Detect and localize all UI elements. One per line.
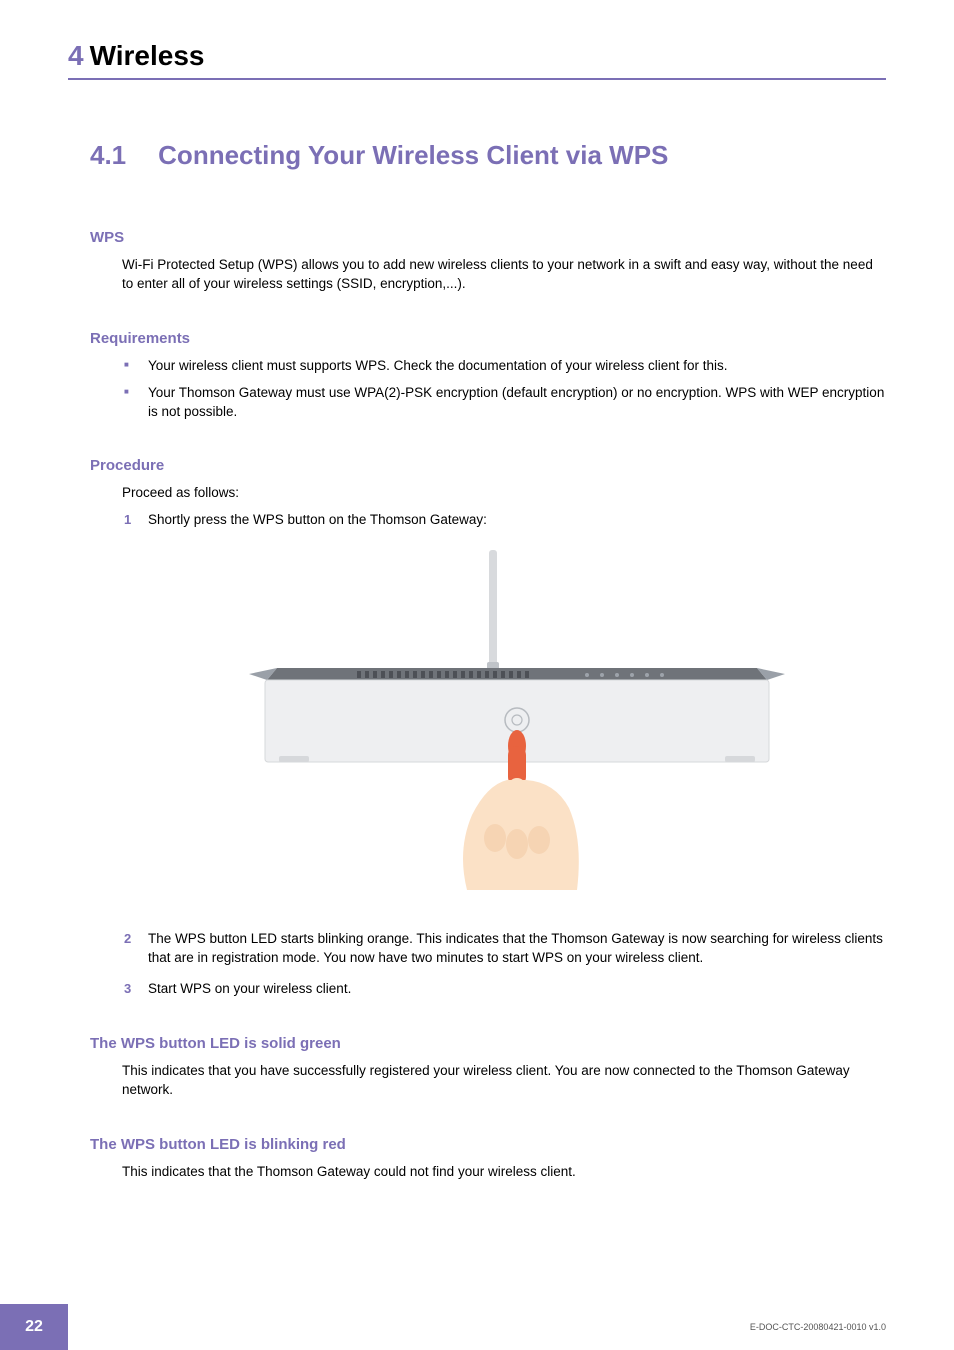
wps-heading: WPS bbox=[90, 229, 886, 246]
router-figure bbox=[148, 550, 886, 910]
section-name: Connecting Your Wireless Client via WPS bbox=[158, 140, 668, 170]
wps-block: WPS Wi-Fi Protected Setup (WPS) allows y… bbox=[68, 229, 886, 294]
step-text: Shortly press the WPS button on the Thom… bbox=[148, 512, 487, 527]
chapter-header: 4Wireless bbox=[68, 40, 886, 80]
procedure-heading: Procedure bbox=[90, 457, 886, 474]
step-3: 3Start WPS on your wireless client. bbox=[122, 980, 886, 999]
green-block: The WPS button LED is solid green This i… bbox=[68, 1035, 886, 1100]
list-item: Your Thomson Gateway must use WPA(2)-PSK… bbox=[122, 384, 886, 422]
chapter-number: 4 bbox=[68, 40, 84, 71]
page-number: 22 bbox=[0, 1304, 68, 1350]
requirements-list: Your wireless client must supports WPS. … bbox=[122, 357, 886, 422]
step-1: 1Shortly press the WPS button on the Tho… bbox=[122, 511, 886, 910]
red-text: This indicates that the Thomson Gateway … bbox=[122, 1163, 886, 1182]
requirements-block: Requirements Your wireless client must s… bbox=[68, 330, 886, 422]
section-title: 4.1 Connecting Your Wireless Client via W… bbox=[90, 140, 886, 171]
green-text: This indicates that you have successfull… bbox=[122, 1062, 886, 1100]
wps-text: Wi-Fi Protected Setup (WPS) allows you t… bbox=[122, 256, 886, 294]
chapter-name: Wireless bbox=[90, 40, 205, 71]
list-item: Your wireless client must supports WPS. … bbox=[122, 357, 886, 376]
requirements-heading: Requirements bbox=[90, 330, 886, 347]
step-text: Start WPS on your wireless client. bbox=[148, 981, 351, 996]
procedure-block: Procedure Proceed as follows: 1Shortly p… bbox=[68, 457, 886, 998]
chapter-title: 4Wireless bbox=[68, 40, 886, 72]
green-heading: The WPS button LED is solid green bbox=[90, 1035, 886, 1052]
page-footer: 22 E-DOC-CTC-20080421-0010 v1.0 bbox=[0, 1290, 954, 1350]
section-number: 4.1 bbox=[90, 140, 126, 170]
red-block: The WPS button LED is blinking red This … bbox=[68, 1136, 886, 1182]
procedure-intro: Proceed as follows: bbox=[122, 484, 886, 503]
red-heading: The WPS button LED is blinking red bbox=[90, 1136, 886, 1153]
step-text: The WPS button LED starts blinking orang… bbox=[148, 931, 883, 965]
procedure-steps: 1Shortly press the WPS button on the Tho… bbox=[122, 511, 886, 999]
step-2: 2The WPS button LED starts blinking oran… bbox=[122, 930, 886, 968]
document-id: E-DOC-CTC-20080421-0010 v1.0 bbox=[750, 1322, 886, 1332]
